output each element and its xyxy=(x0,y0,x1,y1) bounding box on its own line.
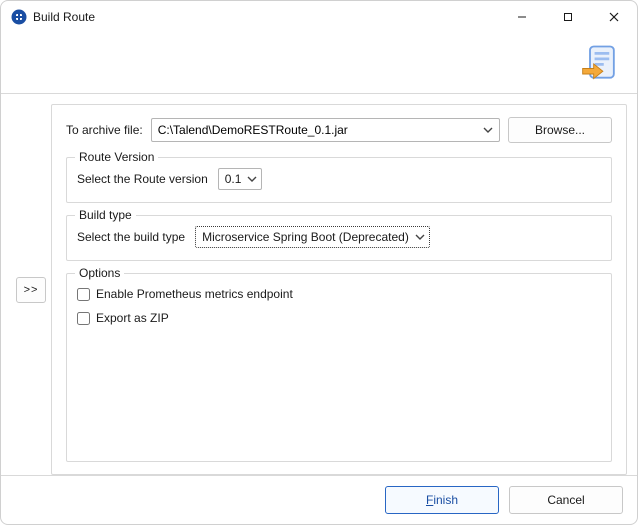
route-version-select[interactable]: 0.1 xyxy=(218,168,263,190)
titlebar: Build Route xyxy=(1,1,637,33)
build-type-group: Build type Select the build type Microse… xyxy=(66,215,612,261)
browse-label: Browse... xyxy=(535,123,585,137)
export-icon xyxy=(579,41,623,85)
options-group: Options Enable Prometheus metrics endpoi… xyxy=(66,273,612,462)
build-type-title: Build type xyxy=(75,208,136,222)
window-title: Build Route xyxy=(33,10,95,24)
footer: Finish Cancel xyxy=(1,475,637,524)
export-zip-option[interactable]: Export as ZIP xyxy=(77,308,601,328)
expand-column: >> xyxy=(11,104,51,475)
build-type-select[interactable]: Microservice Spring Boot (Deprecated) xyxy=(195,226,430,248)
chevron-down-icon xyxy=(413,232,427,242)
app-icon xyxy=(11,9,27,25)
route-version-label: Select the Route version xyxy=(77,172,208,186)
build-type-value: Microservice Spring Boot (Deprecated) xyxy=(202,230,409,244)
cancel-button[interactable]: Cancel xyxy=(509,486,623,514)
build-type-label: Select the build type xyxy=(77,230,185,244)
chevron-down-icon xyxy=(481,125,495,135)
close-icon xyxy=(609,12,619,22)
maximize-button[interactable] xyxy=(545,1,591,33)
minimize-button[interactable] xyxy=(499,1,545,33)
archive-input[interactable] xyxy=(158,123,481,137)
build-route-dialog: Build Route xyxy=(0,0,638,525)
cancel-label: Cancel xyxy=(547,493,584,507)
archive-combo[interactable] xyxy=(151,118,500,142)
expand-button[interactable]: >> xyxy=(16,277,46,303)
banner xyxy=(1,33,637,94)
archive-row: To archive file: Browse... xyxy=(66,117,612,143)
route-version-title: Route Version xyxy=(75,150,158,164)
prometheus-checkbox[interactable] xyxy=(77,288,90,301)
prometheus-option[interactable]: Enable Prometheus metrics endpoint xyxy=(77,284,601,304)
options-title: Options xyxy=(75,266,124,280)
chevron-down-icon xyxy=(245,174,259,184)
maximize-icon xyxy=(563,12,573,22)
route-version-value: 0.1 xyxy=(225,172,242,186)
close-button[interactable] xyxy=(591,1,637,33)
export-zip-label: Export as ZIP xyxy=(96,311,169,325)
expand-label: >> xyxy=(24,284,39,296)
export-zip-checkbox[interactable] xyxy=(77,312,90,325)
finish-button[interactable]: Finish xyxy=(385,486,499,514)
groups: Route Version Select the Route version 0… xyxy=(66,157,612,462)
browse-button[interactable]: Browse... xyxy=(508,117,612,143)
minimize-icon xyxy=(517,12,527,22)
finish-label: Finish xyxy=(426,493,458,507)
prometheus-label: Enable Prometheus metrics endpoint xyxy=(96,287,293,301)
route-version-group: Route Version Select the Route version 0… xyxy=(66,157,612,203)
archive-label: To archive file: xyxy=(66,123,143,137)
body: >> To archive file: Browse... xyxy=(1,94,637,475)
content-panel: To archive file: Browse... Route Version xyxy=(51,104,627,475)
